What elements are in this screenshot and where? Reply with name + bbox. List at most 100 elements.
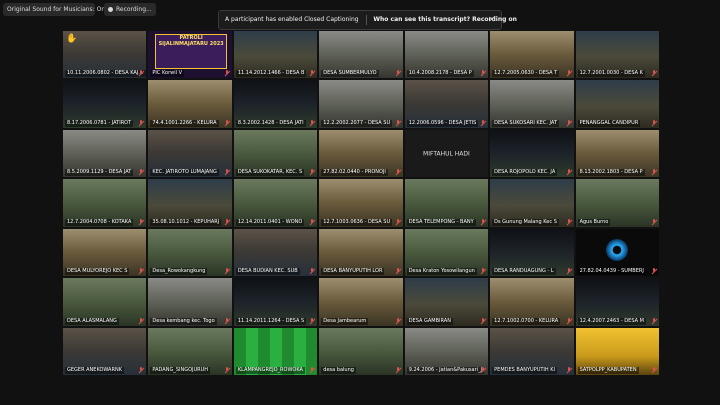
separator: [365, 14, 367, 25]
muted-microphone-icon: [138, 169, 144, 176]
muted-microphone-icon: [566, 317, 572, 325]
participant-name: DESA GAMBIRAN: [406, 317, 453, 325]
muted-microphone-icon: [224, 317, 230, 325]
participant-tile[interactable]: Desa Kraton Yosowilangun: [404, 228, 489, 277]
recording-indicator[interactable]: Recording...: [104, 3, 156, 16]
participant-tile[interactable]: DESA ALASMALANG: [63, 278, 147, 326]
participant-name: 8.5.2009.1129 - DESA JAT: [65, 169, 134, 177]
participant-name: Desa_Rowokangkung: [150, 268, 208, 276]
participant-name: 12.4.2007.2463 - DESA M: [577, 317, 646, 325]
muted-microphone-icon: [480, 119, 486, 127]
muted-microphone-icon: [566, 70, 572, 77]
participant-tile[interactable]: PATROLI SIJALINMAJATARU 2023 PIC Korwil V: [148, 31, 232, 79]
participant-name: 12.7.2005.0630 - DESA T: [492, 70, 560, 78]
participant-tile[interactable]: 12.2.2002.2077 - DESA SU: [319, 80, 403, 128]
participant-tile[interactable]: desa balung: [319, 327, 403, 375]
participant-name: Desa Kraton Yosowilangun: [406, 268, 477, 276]
participant-tile[interactable]: DESA SUKOKATAR, KEC. S: [233, 129, 318, 178]
participant-tile[interactable]: 10.11.2006.0802 - DESA KAJAR ✋: [63, 31, 147, 79]
participant-name: 12.2.2002.2077 - DESA SU: [321, 119, 393, 127]
participant-tile[interactable]: 12.7.1002.0700 - KELURA: [490, 278, 574, 326]
original-sound-indicator[interactable]: Original Sound for Musicians: On: [3, 3, 105, 16]
participant-tile[interactable]: Agus Burno: [575, 179, 659, 227]
participant-tile[interactable]: 8.5.2009.1129 - DESA JAT: [63, 129, 147, 178]
participant-name: PADANG_SINGOJURUH: [150, 366, 211, 374]
participant-name: 8.3.2002.1428 - DESA JATI: [235, 119, 306, 127]
participant-tile[interactable]: 12.2006.0596 - DESA JETIS: [404, 80, 489, 128]
participant-tile[interactable]: 12.4.2007.2463 - DESA M: [575, 278, 659, 326]
participant-tile[interactable]: DESA SUKOSARI KEC. JAT: [490, 80, 574, 128]
participant-tile[interactable]: DESA BUDIAN KEC. SUB: [233, 228, 318, 277]
participant-tile[interactable]: DESA ROJOPOLO KEC. JA: [490, 129, 574, 178]
participant-tile[interactable]: 12.14.2011.0401 - WONO: [233, 179, 318, 227]
participant-tile[interactable]: KLAMPANGREJO_ROWOKA: [233, 327, 318, 375]
video-gallery-grid: 10.11.2006.0802 - DESA KAJAR ✋ PATROLI SIJ…: [63, 31, 659, 375]
participant-tile[interactable]: 12.7.2001.0030 - DESA K: [575, 31, 659, 79]
participant-name: PENANGGAL CANDIPUR: [577, 119, 641, 127]
muted-microphone-icon: [395, 366, 401, 374]
participant-name: DESA SUKOSARI KEC. JAT: [492, 119, 560, 127]
participant-tile[interactable]: DESA MULYOREJO KEC S: [63, 228, 147, 277]
participant-tile[interactable]: 12.7.2005.0630 - DESA T: [490, 31, 574, 79]
participant-tile[interactable]: 27.82.04.0439 - SUMBERJ: [575, 228, 659, 277]
participant-tile[interactable]: SATPOLPP_KABUPATEN: [575, 327, 659, 375]
participant-name: Desa Jambearum: [321, 317, 369, 325]
participant-tile[interactable]: PADANG_SINGOJURUH: [148, 327, 232, 375]
participant-tile[interactable]: 11.14.2012.1466 - DESA B: [233, 31, 318, 79]
participant-name: 8.17.2006.0781 - JATIROT: [65, 119, 134, 127]
participant-name: Agus Burno: [577, 218, 611, 226]
participant-tile[interactable]: 27.82.02.0440 - PRONOJI: [319, 129, 403, 178]
transcript-visibility-link[interactable]: Who can see this transcript? Recording o…: [373, 16, 516, 23]
muted-microphone-icon: [224, 169, 230, 176]
participant-tile[interactable]: DESA GAMBIRAN: [404, 278, 489, 326]
muted-microphone-icon: [224, 268, 230, 275]
participant-tile[interactable]: GEGER ANEKOWARNK: [63, 327, 147, 375]
participant-tile[interactable]: 74.4.1001.2266 - KELURA: [148, 80, 232, 128]
participant-name: 12.7.1003.0636 - DESA SU: [321, 218, 393, 226]
muted-microphone-icon: [480, 366, 486, 374]
participant-tile[interactable]: PENANGGAL CANDIPUR: [575, 80, 659, 128]
participant-name: DESA RANDUAGUNG - L: [492, 268, 556, 276]
participant-tile[interactable]: 8.17.2006.0781 - JATIROT: [63, 80, 147, 128]
recording-label: Recording...: [116, 6, 152, 13]
close-icon[interactable]: ✕: [488, 11, 495, 29]
participant-tile[interactable]: 8.13.2002.1803 - DESA P: [575, 129, 659, 178]
muted-microphone-icon: [138, 218, 144, 226]
muted-microphone-icon: [224, 218, 230, 226]
participant-name: 74.4.1001.2266 - KELURA: [150, 119, 219, 127]
muted-microphone-icon: [138, 119, 144, 127]
muted-microphone-icon: [651, 218, 657, 226]
muted-microphone-icon: [309, 119, 315, 127]
participant-tile[interactable]: Ds Gunung Malang Kec S: [490, 179, 574, 227]
participant-tile[interactable]: Desa kembang kec. Togo: [148, 278, 232, 326]
participant-name: DESA ALASMALANG: [65, 317, 119, 325]
participant-tile[interactable]: KEC. JATIROTO LUMAJANG: [148, 129, 232, 178]
muted-microphone-icon: [224, 70, 230, 77]
raised-hand-icon: ✋: [66, 34, 78, 44]
participant-tile[interactable]: DESA RANDUAGUNG - L: [490, 228, 574, 277]
participant-tile[interactable]: MIFTAHUL HADI: [404, 129, 489, 178]
participant-tile[interactable]: 10.4.2008.2178 - DESA P: [404, 31, 489, 79]
participant-tile[interactable]: PEMDES BANYUPUTIH KI: [490, 327, 574, 375]
muted-microphone-icon: [138, 70, 144, 77]
muted-microphone-icon: [480, 317, 486, 325]
muted-microphone-icon: [566, 366, 572, 374]
participant-tile[interactable]: 8.3.2002.1428 - DESA JATI: [233, 80, 318, 128]
participant-tile[interactable]: 12.7.1003.0636 - DESA SU: [319, 179, 403, 227]
participant-tile[interactable]: DESA BANYUPUTIH LOR: [319, 228, 403, 277]
muted-microphone-icon: [395, 169, 401, 176]
participant-tile[interactable]: DESA TELEMPONG - BANY: [404, 179, 489, 227]
participant-tile[interactable]: 12.7.2004.0708 - KOTAKA: [63, 179, 147, 227]
participant-name: DESA ROJOPOLO KEC. JA: [492, 169, 558, 177]
participant-tile[interactable]: 11.14.2011.1264 - DESA S: [233, 278, 318, 326]
participant-name: MIFTAHUL HADI: [423, 150, 470, 158]
muted-microphone-icon: [138, 317, 144, 325]
participant-tile[interactable]: Desa_Rowokangkung: [148, 228, 232, 277]
muted-microphone-icon: [566, 218, 572, 226]
participant-tile[interactable]: Desa Jambearum: [319, 278, 403, 326]
participant-tile[interactable]: 35.08.10.1012 - KEPUHARJ: [148, 179, 232, 227]
participant-tile[interactable]: DESA SUMBERMULYO: [319, 31, 403, 79]
participant-tile[interactable]: 9.24.2006 - Jatian&Pakusari_J: [404, 327, 489, 375]
participant-name: PIC Korwil V: [150, 70, 185, 78]
muted-microphone-icon: [480, 218, 486, 226]
